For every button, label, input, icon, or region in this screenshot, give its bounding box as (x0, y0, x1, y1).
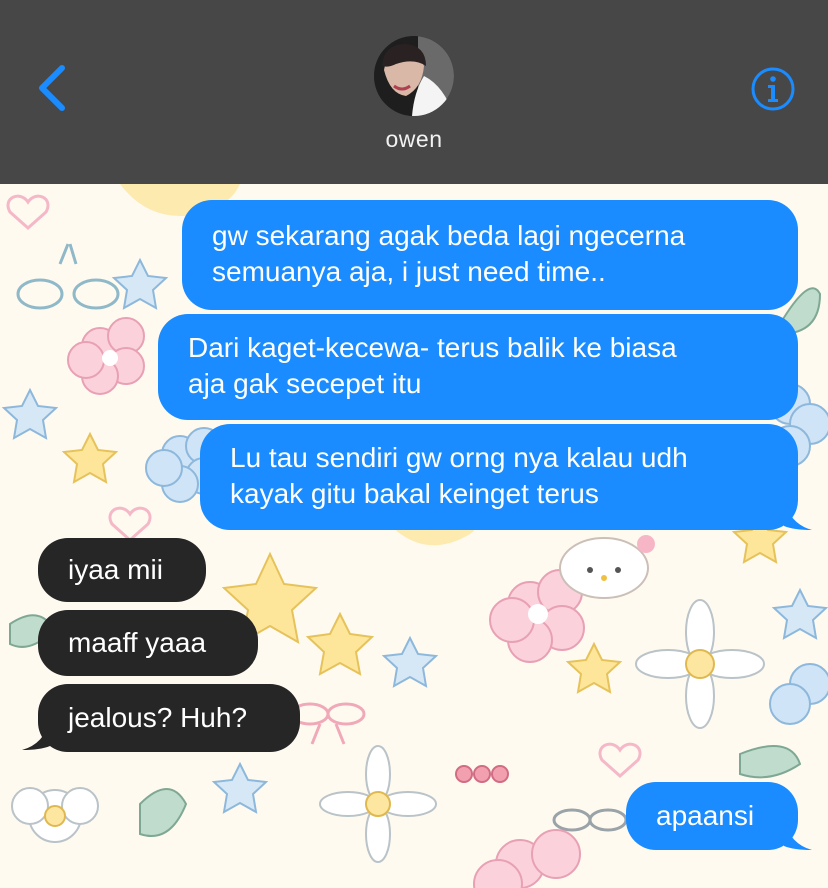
message-bubble-sent[interactable]: apaansi (626, 782, 798, 850)
chat-header: owen (0, 0, 828, 184)
message-bubble-received[interactable]: maaff yaaa (38, 610, 258, 676)
contact-avatar-photo (374, 36, 454, 116)
message-bubble-received[interactable]: jealous? Huh? (38, 684, 300, 752)
contact-name[interactable]: owen (314, 126, 514, 153)
info-button[interactable] (750, 66, 796, 112)
message-bubble-sent[interactable]: Lu tau sendiri gw orng nya kalau udh kay… (200, 424, 798, 530)
message-bubble-sent[interactable]: gw sekarang agak beda lagi ngecerna semu… (182, 200, 798, 310)
message-bubble-sent[interactable]: Dari kaget-kecewa- terus balik ke biasa … (158, 314, 798, 420)
chat-screen: owen gw sekarang agak beda lagi ngecerna… (0, 0, 828, 888)
avatar[interactable] (374, 36, 454, 116)
info-icon (751, 67, 795, 111)
message-bubble-received[interactable]: iyaa mii (38, 538, 206, 602)
back-button[interactable] (30, 62, 78, 114)
chevron-left-icon (39, 65, 65, 111)
